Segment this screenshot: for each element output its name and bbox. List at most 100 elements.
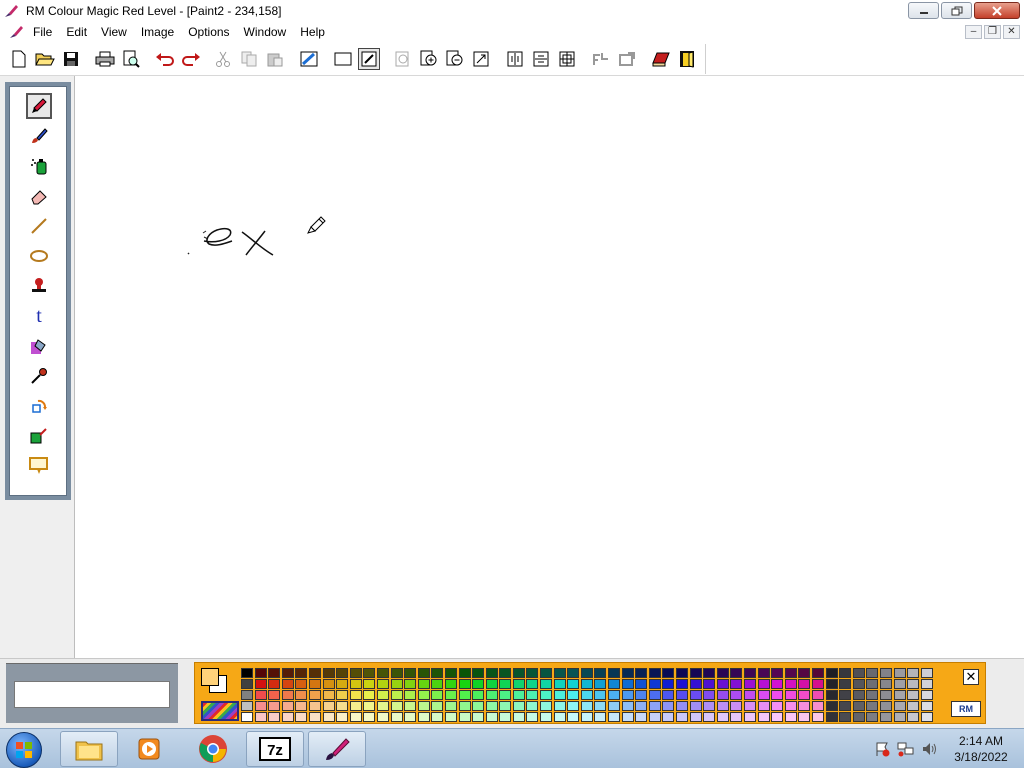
- palette-swatch[interactable]: [268, 679, 281, 689]
- palette-swatch[interactable]: [879, 690, 892, 700]
- palette-swatch[interactable]: [281, 690, 294, 700]
- palette-swatch[interactable]: [417, 668, 430, 678]
- palette-swatch[interactable]: [322, 690, 335, 700]
- palette-swatch[interactable]: [811, 701, 824, 711]
- palette-swatch[interactable]: [852, 690, 865, 700]
- palette-swatch[interactable]: [920, 712, 933, 722]
- app-brush-icon[interactable]: [2, 2, 20, 20]
- cut-icon[interactable]: [212, 48, 234, 70]
- palette-swatch[interactable]: [594, 679, 607, 689]
- palette-swatch[interactable]: [499, 690, 512, 700]
- palette-swatch[interactable]: [390, 679, 403, 689]
- palette-swatch[interactable]: [281, 712, 294, 722]
- palette-swatch[interactable]: [254, 679, 267, 689]
- palette-swatch[interactable]: [268, 712, 281, 722]
- palette-swatch[interactable]: [567, 712, 580, 722]
- palette-swatch[interactable]: [757, 701, 770, 711]
- palette-swatch[interactable]: [594, 690, 607, 700]
- palette-swatch[interactable]: [526, 701, 539, 711]
- palette-swatch[interactable]: [349, 668, 362, 678]
- menu-image[interactable]: Image: [134, 22, 181, 42]
- ellipse-tool-icon[interactable]: [26, 243, 52, 269]
- palette-swatch[interactable]: [621, 701, 634, 711]
- document-brush-icon[interactable]: [6, 23, 26, 41]
- zoom-in-icon[interactable]: [418, 48, 440, 70]
- palette-swatch[interactable]: [336, 712, 349, 722]
- redo-icon[interactable]: [180, 48, 202, 70]
- palette-swatch[interactable]: [444, 668, 457, 678]
- palette-swatch[interactable]: [879, 679, 892, 689]
- palette-swatch[interactable]: [907, 712, 920, 722]
- child-close-button[interactable]: ✕: [1003, 25, 1020, 39]
- palette-swatch[interactable]: [580, 701, 593, 711]
- palette-swatch[interactable]: [390, 690, 403, 700]
- palette-swatch[interactable]: [866, 701, 879, 711]
- palette-swatch[interactable]: [268, 701, 281, 711]
- palette-swatch[interactable]: [322, 668, 335, 678]
- copy-icon[interactable]: [238, 48, 260, 70]
- palette-swatch[interactable]: [825, 712, 838, 722]
- clock[interactable]: 2:14 AM 3/18/2022: [944, 733, 1018, 765]
- palette-swatch[interactable]: [417, 712, 430, 722]
- palette-swatch[interactable]: [472, 668, 485, 678]
- paste-icon[interactable]: [264, 48, 286, 70]
- palette-swatch[interactable]: [771, 690, 784, 700]
- palette-swatch[interactable]: [458, 701, 471, 711]
- palette-swatch[interactable]: [295, 701, 308, 711]
- palette-swatch[interactable]: [580, 690, 593, 700]
- palette-swatch[interactable]: [920, 690, 933, 700]
- palette-swatch[interactable]: [635, 690, 648, 700]
- palette-swatch[interactable]: [567, 668, 580, 678]
- palette-swatch[interactable]: [254, 701, 267, 711]
- palette-swatch[interactable]: [811, 668, 824, 678]
- palette-swatch[interactable]: [417, 701, 430, 711]
- palette-swatch[interactable]: [268, 690, 281, 700]
- palette-swatch[interactable]: [893, 668, 906, 678]
- palette-swatch[interactable]: [866, 668, 879, 678]
- restore-button[interactable]: [941, 2, 972, 19]
- palette-swatch[interactable]: [458, 668, 471, 678]
- palette-swatch[interactable]: [241, 690, 253, 700]
- palette-swatch[interactable]: [743, 701, 756, 711]
- shape-fill-tool-icon[interactable]: [26, 423, 52, 449]
- palette-swatch[interactable]: [662, 701, 675, 711]
- palette-swatch[interactable]: [376, 679, 389, 689]
- palette-swatch[interactable]: [703, 668, 716, 678]
- palette-swatch[interactable]: [839, 701, 852, 711]
- palette-swatch[interactable]: [241, 712, 253, 722]
- palette-swatch[interactable]: [648, 668, 661, 678]
- palette-swatch[interactable]: [743, 712, 756, 722]
- palette-swatch[interactable]: [349, 690, 362, 700]
- palette-swatch[interactable]: [811, 690, 824, 700]
- palette-swatch[interactable]: [879, 712, 892, 722]
- menu-edit[interactable]: Edit: [59, 22, 94, 42]
- palette-swatch[interactable]: [336, 690, 349, 700]
- palette-swatch[interactable]: [676, 712, 688, 722]
- palette-swatch[interactable]: [472, 679, 485, 689]
- palette-swatch[interactable]: [608, 701, 621, 711]
- close-button[interactable]: [974, 2, 1020, 19]
- palette-swatch[interactable]: [241, 701, 253, 711]
- palette-swatch[interactable]: [635, 712, 648, 722]
- palette-swatch[interactable]: [621, 679, 634, 689]
- child-restore-button[interactable]: ❐: [984, 25, 1001, 39]
- palette-swatch[interactable]: [295, 690, 308, 700]
- palette-swatch[interactable]: [499, 701, 512, 711]
- palette-swatch[interactable]: [308, 712, 321, 722]
- palette-swatch[interactable]: [363, 701, 376, 711]
- palette-swatch[interactable]: [567, 679, 580, 689]
- palette-swatch[interactable]: [825, 701, 838, 711]
- palette-swatch[interactable]: [363, 679, 376, 689]
- mirror-vertical-icon[interactable]: [504, 48, 526, 70]
- palette-swatch[interactable]: [594, 701, 607, 711]
- palette-swatch[interactable]: [703, 679, 716, 689]
- drawing-canvas[interactable]: [76, 77, 1024, 658]
- palette-swatch[interactable]: [254, 668, 267, 678]
- palette-swatch[interactable]: [553, 668, 566, 678]
- menu-file[interactable]: File: [26, 22, 59, 42]
- image-settings-icon[interactable]: [298, 48, 320, 70]
- palette-swatch[interactable]: [866, 690, 879, 700]
- palette-swatch[interactable]: [526, 668, 539, 678]
- palette-swatch[interactable]: [689, 668, 702, 678]
- palette-swatch[interactable]: [241, 679, 253, 689]
